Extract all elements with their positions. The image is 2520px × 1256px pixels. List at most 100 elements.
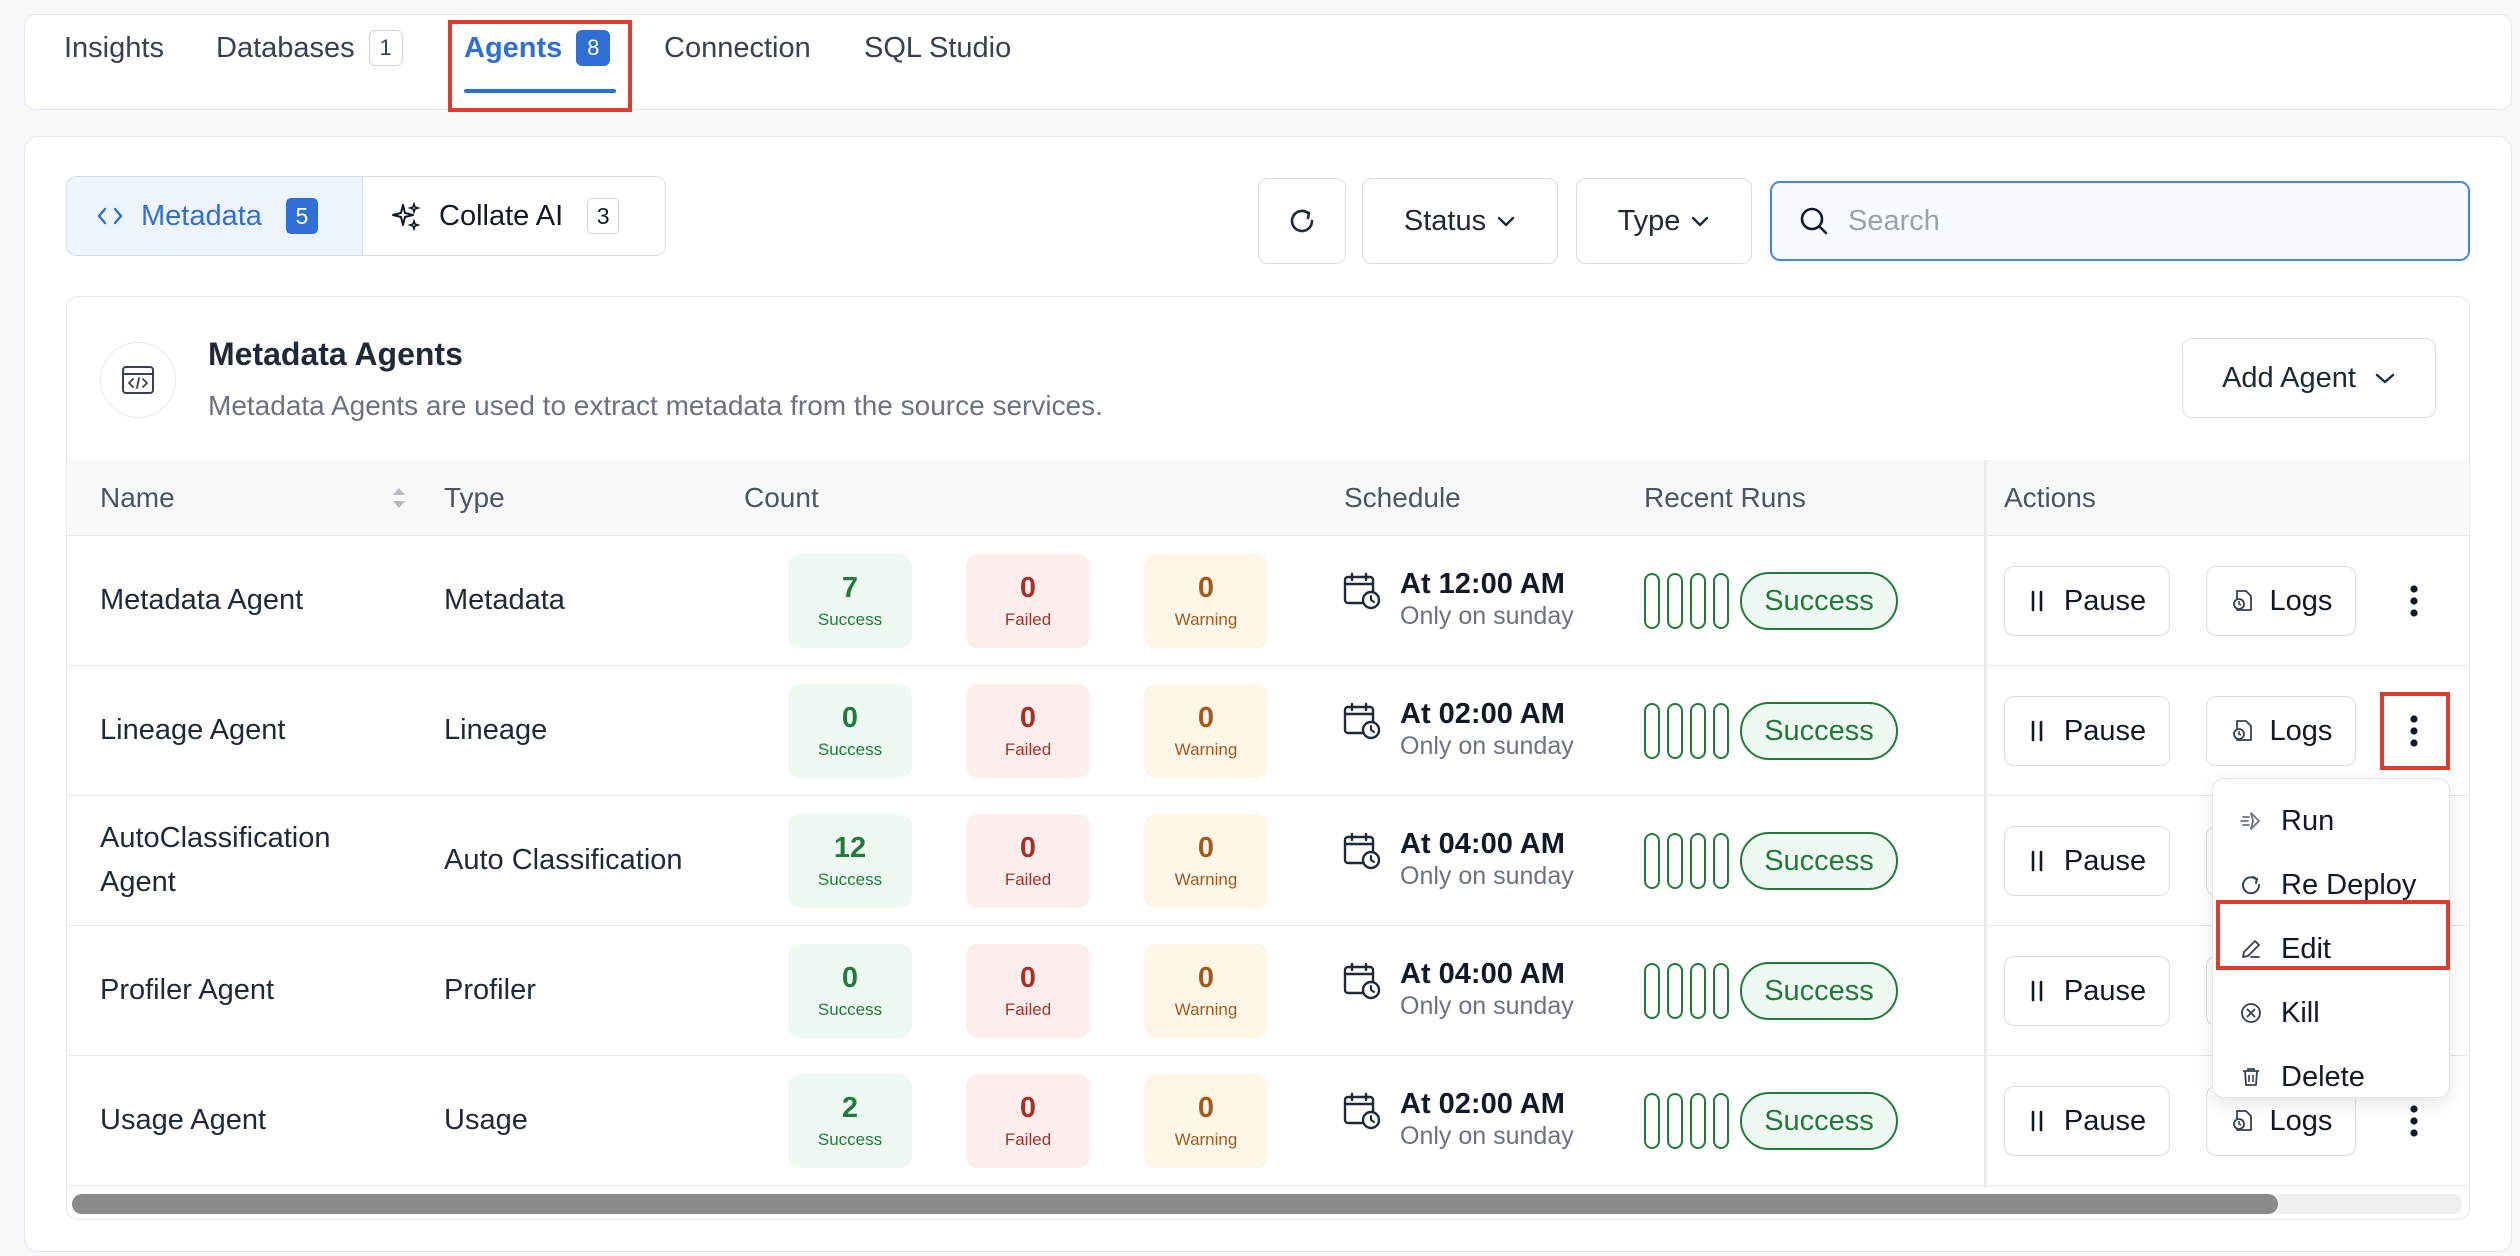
- menu-item-delete[interactable]: Delete: [2213, 1045, 2451, 1109]
- count-value: 0: [841, 702, 859, 734]
- run-bar[interactable]: [1644, 963, 1660, 1019]
- menu-item-label: Edit: [2281, 932, 2331, 965]
- run-bar[interactable]: [1690, 573, 1706, 629]
- count-warning: 0 Warning: [1144, 814, 1268, 908]
- pause-button[interactable]: Pause: [2004, 826, 2170, 896]
- logs-label: Logs: [2269, 714, 2333, 747]
- tab-label: Connection: [664, 31, 811, 64]
- pause-label: Pause: [2063, 714, 2147, 747]
- schedule-frequency: Only on sunday: [1400, 862, 1574, 890]
- run-bar[interactable]: [1667, 703, 1683, 759]
- logs-icon: [2230, 588, 2256, 614]
- run-bar[interactable]: [1644, 573, 1660, 629]
- count-success: 0 Success: [788, 684, 912, 778]
- recent-runs: [1644, 1093, 1729, 1149]
- logs-button[interactable]: Logs: [2206, 566, 2356, 636]
- count-label: Success: [817, 1000, 883, 1019]
- logs-icon: [2230, 718, 2256, 744]
- tab-connection[interactable]: Connection: [664, 0, 811, 96]
- status-filter[interactable]: Status: [1362, 178, 1558, 264]
- active-tab-indicator: [464, 89, 616, 93]
- agent-name[interactable]: Profiler Agent: [100, 926, 400, 1054]
- pause-button[interactable]: Pause: [2004, 1086, 2170, 1156]
- calendar-clock-icon: [1342, 701, 1382, 741]
- run-bar[interactable]: [1713, 1093, 1729, 1149]
- count-label: Failed: [1004, 610, 1052, 629]
- count-label: Success: [817, 740, 883, 759]
- logs-button[interactable]: Logs: [2206, 696, 2356, 766]
- count-success: 7 Success: [788, 554, 912, 648]
- refresh-button[interactable]: [1258, 178, 1346, 264]
- run-bar[interactable]: [1713, 573, 1729, 629]
- count-warning: 0 Warning: [1144, 554, 1268, 648]
- type-filter[interactable]: Type: [1576, 178, 1752, 264]
- run-bar[interactable]: [1667, 833, 1683, 889]
- agent-code-window-icon: [100, 342, 176, 418]
- run-bar[interactable]: [1644, 703, 1660, 759]
- run-bar[interactable]: [1713, 963, 1729, 1019]
- run-bar[interactable]: [1667, 1093, 1683, 1149]
- search-input[interactable]: [1848, 204, 2448, 238]
- count-label: Warning: [1174, 610, 1238, 629]
- sort-icon[interactable]: [390, 484, 408, 512]
- run-bar[interactable]: [1690, 833, 1706, 889]
- count-label: Success: [817, 1130, 883, 1149]
- pause-button[interactable]: Pause: [2004, 696, 2170, 766]
- segment-metadata[interactable]: Metadata 5: [67, 177, 363, 255]
- column-label: Type: [444, 482, 505, 513]
- recent-runs: [1644, 963, 1729, 1019]
- schedule-frequency: Only on sunday: [1400, 732, 1574, 760]
- add-agent-label: Add Agent: [2222, 361, 2356, 394]
- chevron-down-icon: [2374, 371, 2396, 385]
- count-warning: 0 Warning: [1144, 684, 1268, 778]
- tab-agents[interactable]: Agents 8: [464, 0, 611, 96]
- menu-item-redeploy[interactable]: Re Deploy: [2213, 853, 2451, 917]
- logs-label: Logs: [2269, 1104, 2333, 1137]
- add-agent-button[interactable]: Add Agent: [2182, 338, 2436, 418]
- agent-name[interactable]: Metadata Agent: [100, 536, 400, 664]
- more-vertical-icon: [2409, 714, 2419, 748]
- delete-icon: [2237, 1065, 2265, 1089]
- run-bar[interactable]: [1690, 963, 1706, 1019]
- count-value: 0: [1197, 702, 1215, 734]
- pause-icon: [2028, 848, 2046, 874]
- agent-name[interactable]: Lineage Agent: [100, 666, 400, 794]
- tab-insights[interactable]: Insights: [64, 0, 164, 96]
- menu-item-kill[interactable]: Kill: [2213, 981, 2451, 1045]
- count-value: 0: [1019, 572, 1037, 604]
- schedule-frequency: Only on sunday: [1400, 1122, 1574, 1150]
- menu-item-edit[interactable]: Edit: [2213, 917, 2451, 981]
- chevron-down-icon: [1690, 214, 1710, 228]
- run-bar[interactable]: [1644, 833, 1660, 889]
- pause-button[interactable]: Pause: [2004, 956, 2170, 1026]
- run-bar[interactable]: [1690, 703, 1706, 759]
- menu-item-run[interactable]: Run: [2213, 789, 2451, 853]
- pause-button[interactable]: Pause: [2004, 566, 2170, 636]
- status-badge: Success: [1740, 1092, 1898, 1150]
- count-failed: 0 Failed: [966, 944, 1090, 1038]
- tab-databases[interactable]: Databases 1: [216, 0, 403, 96]
- column-header-name[interactable]: Name: [100, 460, 175, 536]
- menu-item-label: Kill: [2281, 996, 2320, 1029]
- horizontal-scrollbar-thumb[interactable]: [72, 1194, 2278, 1214]
- run-bar[interactable]: [1667, 573, 1683, 629]
- calendar-clock-icon: [1342, 1091, 1382, 1131]
- run-bar[interactable]: [1713, 703, 1729, 759]
- edit-icon: [2237, 937, 2265, 961]
- more-actions-button[interactable]: [2386, 566, 2442, 636]
- run-bar[interactable]: [1644, 1093, 1660, 1149]
- run-bar[interactable]: [1667, 963, 1683, 1019]
- agent-name[interactable]: AutoClassification Agent: [100, 796, 400, 924]
- more-actions-button[interactable]: [2386, 696, 2442, 766]
- tab-sql-studio[interactable]: SQL Studio: [864, 0, 1011, 96]
- more-vertical-icon: [2409, 1104, 2419, 1138]
- run-bar[interactable]: [1713, 833, 1729, 889]
- count-value: 0: [1197, 962, 1215, 994]
- sparkles-icon: [391, 201, 421, 231]
- run-bar[interactable]: [1690, 1093, 1706, 1149]
- segment-collate-ai[interactable]: Collate AI 3: [363, 177, 620, 255]
- count-value: 0: [1197, 1092, 1215, 1124]
- agent-name[interactable]: Usage Agent: [100, 1056, 400, 1184]
- count-value: 0: [1019, 832, 1037, 864]
- count-failed: 0 Failed: [966, 814, 1090, 908]
